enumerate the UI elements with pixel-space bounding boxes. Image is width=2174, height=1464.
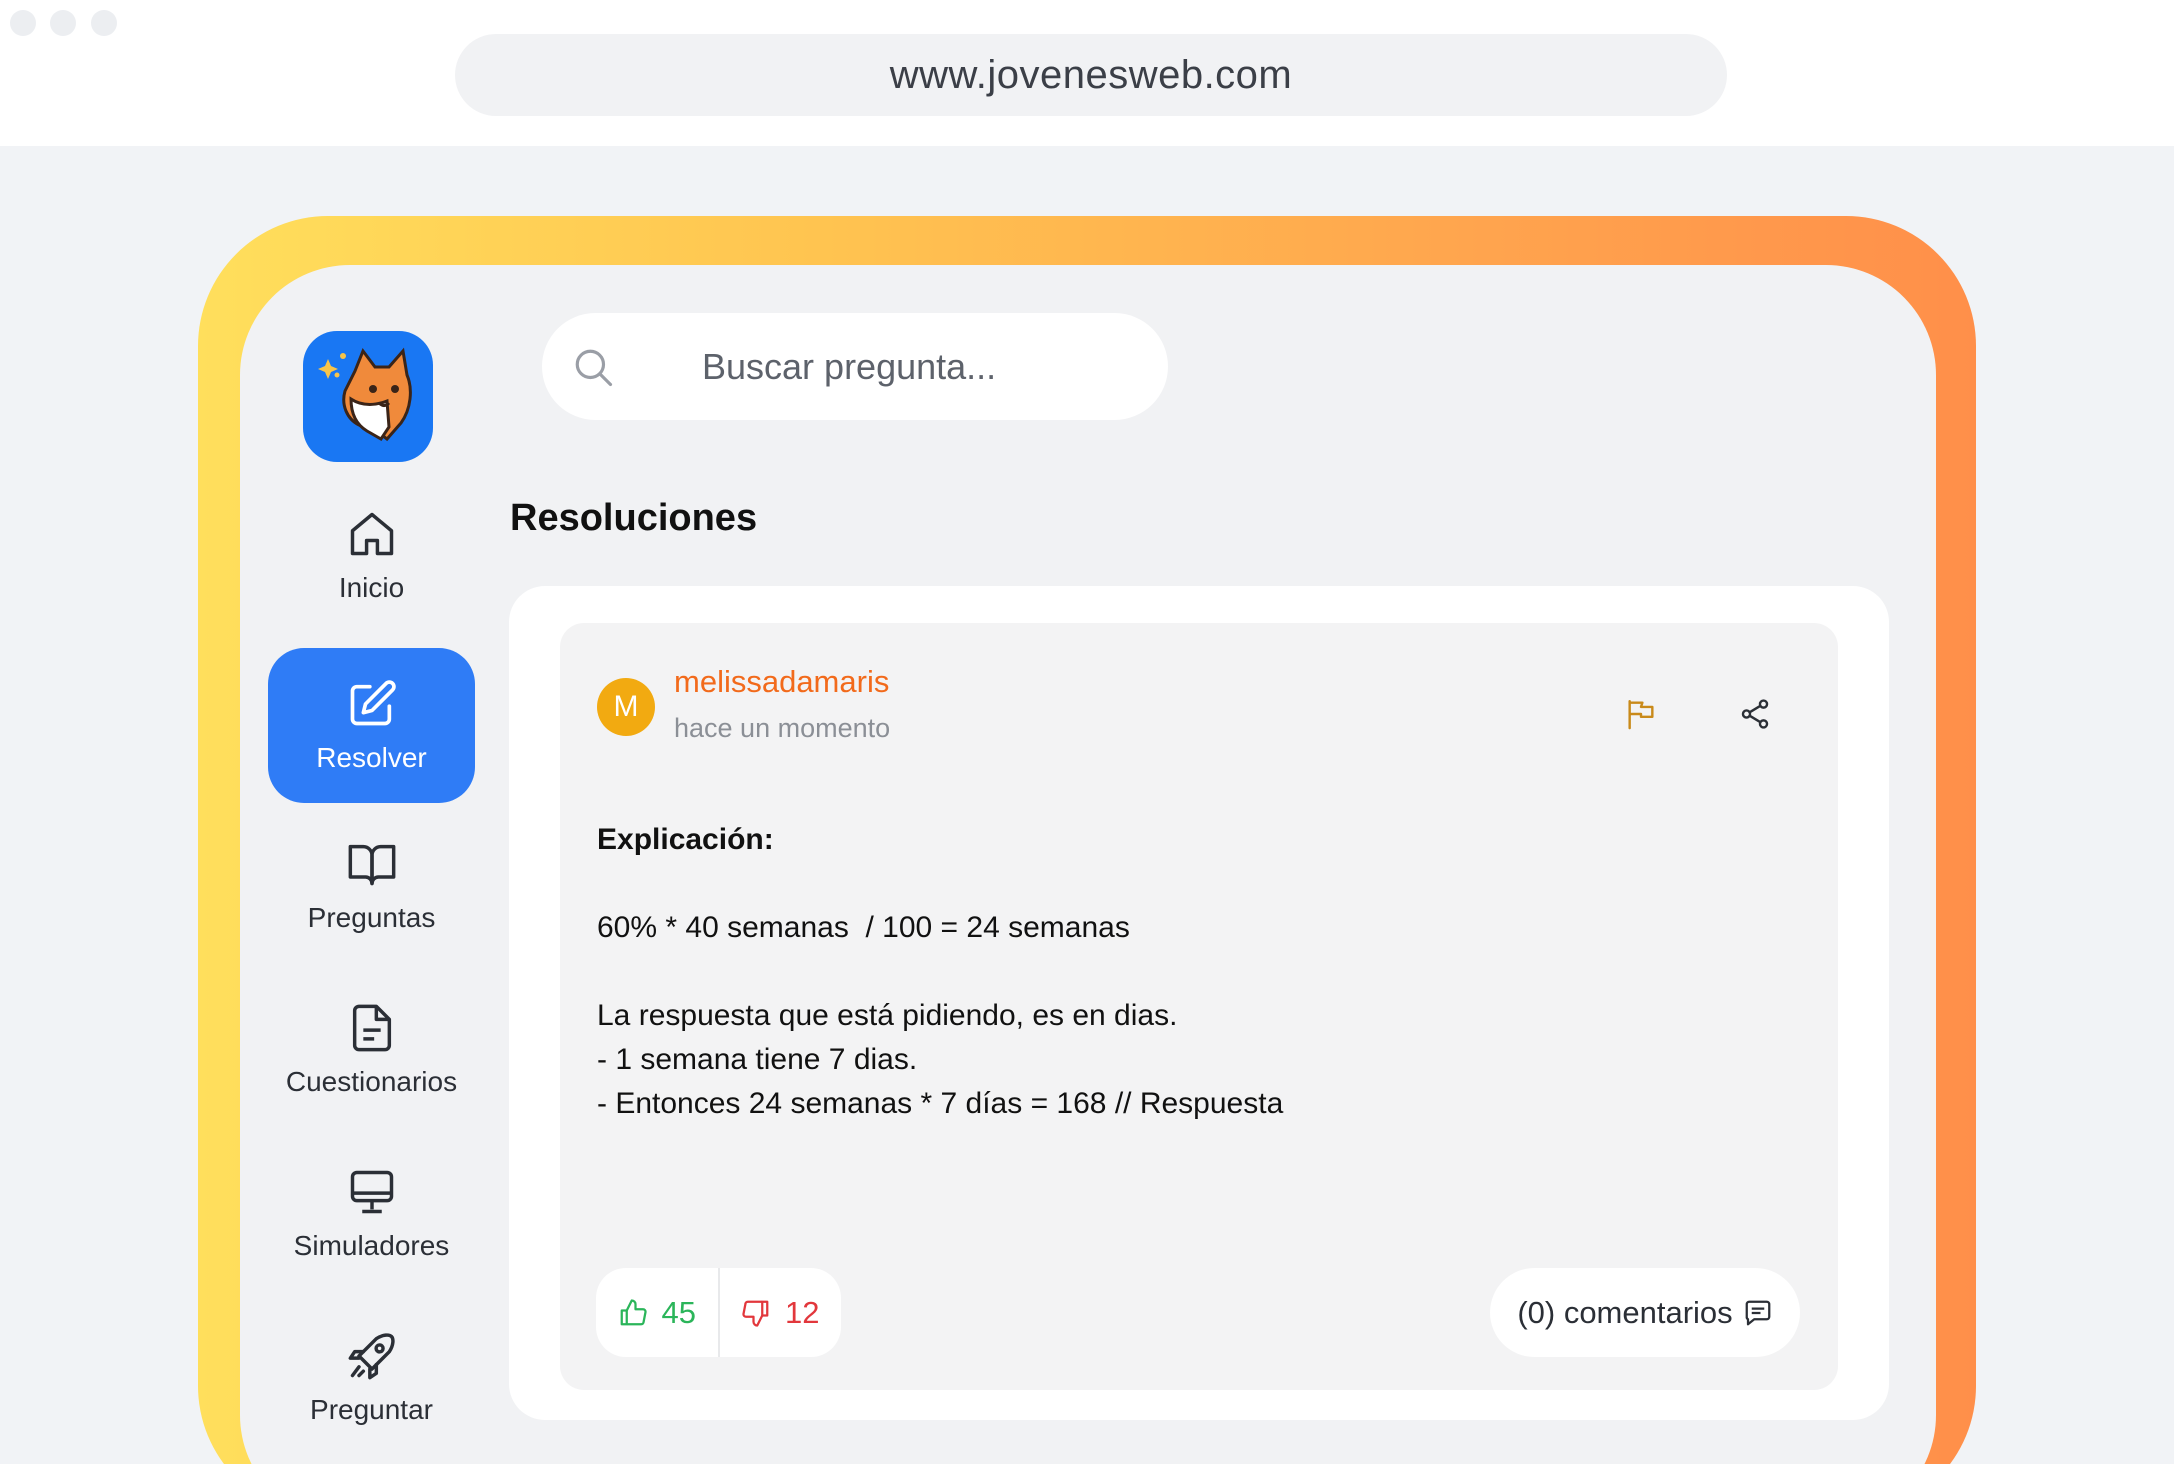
rocket-icon: [348, 1333, 395, 1380]
address-bar[interactable]: www.jovenesweb.com: [455, 34, 1727, 116]
username-link[interactable]: melissadamaris: [674, 664, 889, 700]
window-dot-close[interactable]: [10, 10, 36, 36]
search-icon[interactable]: [572, 346, 614, 388]
like-count: 45: [661, 1294, 696, 1330]
sidebar-item-label: Preguntas: [307, 902, 436, 933]
sidebar-item-resolver[interactable]: Resolver: [268, 648, 475, 803]
sidebar-item-label: Inicio: [338, 572, 405, 603]
window-dot-maximize[interactable]: [91, 10, 117, 36]
like-button[interactable]: 45: [596, 1268, 720, 1357]
search-input[interactable]: [702, 337, 1142, 397]
address-bar-url: www.jovenesweb.com: [889, 52, 1293, 97]
sidebar-item-simuladores[interactable]: Simuladores: [268, 1166, 475, 1262]
thumbs-up-icon: [620, 1298, 647, 1325]
search-bar: [542, 313, 1168, 420]
answer-line: 60% * 40 semanas / 100 = 24 semanas: [597, 911, 1130, 944]
answer-line: - 1 semana tiene 7 dias.: [597, 1043, 918, 1076]
sidebar-item-label: Cuestionarios: [285, 1066, 458, 1097]
sidebar-item-label: Simuladores: [293, 1230, 450, 1261]
dislike-button[interactable]: 12: [720, 1268, 842, 1357]
post-timestamp: hace un momento: [674, 713, 891, 743]
sidebar-item-cuestionarios[interactable]: Cuestionarios: [268, 1002, 475, 1098]
answer-body: Explicación: 60% * 40 semanas / 100 = 24…: [597, 818, 1283, 1126]
thumbs-down-icon: [742, 1300, 769, 1327]
vote-group: 45 12: [596, 1268, 841, 1357]
answer-line: - Entonces 24 semanas * 7 días = 168 // …: [597, 1087, 1284, 1120]
sidebar-item-preguntar[interactable]: Preguntar: [268, 1330, 475, 1426]
document-icon: [352, 1004, 391, 1052]
comments-label: (0) comentarios: [1517, 1294, 1733, 1330]
edit-icon: [350, 679, 396, 725]
sidebar-item-label: Preguntar: [310, 1394, 433, 1425]
flag-icon[interactable]: [1624, 697, 1658, 731]
share-icon[interactable]: [1738, 697, 1772, 731]
browser-chrome: www.jovenesweb.com: [0, 0, 2174, 146]
sidebar-item-label: Resolver: [316, 741, 427, 773]
sidebar-item-preguntas[interactable]: Preguntas: [268, 838, 475, 934]
sidebar-item-inicio[interactable]: Inicio: [268, 508, 475, 604]
monitor-icon: [350, 1170, 393, 1214]
answer-line: La respuesta que está pidiendo, es en di…: [597, 999, 1178, 1032]
dislike-count: 12: [785, 1294, 820, 1330]
comments-button[interactable]: (0) comentarios: [1490, 1268, 1800, 1357]
window-dot-minimize[interactable]: [50, 10, 76, 36]
fox-mascot-icon[interactable]: [303, 331, 433, 462]
avatar[interactable]: M: [597, 678, 655, 736]
answer-heading: Explicación:: [597, 823, 774, 856]
home-icon: [350, 512, 393, 556]
book-icon: [348, 844, 395, 886]
page-title: Resoluciones: [510, 497, 758, 539]
comment-icon: [1745, 1300, 1771, 1325]
